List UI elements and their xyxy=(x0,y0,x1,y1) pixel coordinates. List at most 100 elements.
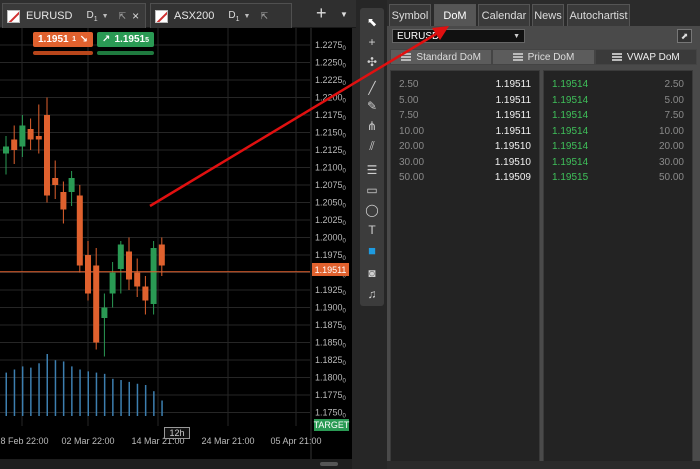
bid-order-book: 2.50 1.19511 5.00 1.19511 7.50 1.19511 10.00 1.… xyxy=(390,70,540,469)
popout-chart-icon[interactable]: ⬈ xyxy=(677,29,692,43)
volume-bar xyxy=(46,354,48,416)
dom-row[interactable]: 1.19514 2.50 xyxy=(544,77,692,92)
side-panel: Symbol DoM Calendar News Autochartist EU… xyxy=(387,0,700,469)
dom-row[interactable]: 30.00 1.19510 xyxy=(391,155,539,170)
close-icon[interactable]: × xyxy=(132,9,139,23)
sell-arrow-icon: ↘ xyxy=(79,34,88,45)
drawing-toolbar: ⬉ + ✣ ╱ ✎ ⋔ ⫽ ☰ ▭ ◯ T ■ ◙ ♫ xyxy=(360,8,384,306)
zoom-icon[interactable]: ✣ xyxy=(360,52,384,72)
tab-news[interactable]: News xyxy=(532,4,564,26)
candle-body xyxy=(101,307,108,318)
dom-row[interactable]: 1.19514 5.00 xyxy=(544,93,692,108)
color-icon[interactable]: ■ xyxy=(360,240,384,260)
tab-symbol: EURUSD xyxy=(26,10,73,22)
buy-button[interactable]: ↗ 1.19515 xyxy=(97,32,154,47)
dom-row[interactable]: 1.19515 50.00 xyxy=(544,170,692,185)
tab-calendar[interactable]: Calendar xyxy=(478,4,530,26)
y-tick-label: 1.19000 xyxy=(315,303,347,315)
dom-size: 5.00 xyxy=(664,94,684,106)
y-tick-label: 1.21000 xyxy=(315,163,347,175)
text-icon[interactable]: T xyxy=(360,220,384,240)
dom-row[interactable]: 1.19514 7.50 xyxy=(544,108,692,123)
tabs-menu-button[interactable]: ▼ xyxy=(340,10,348,19)
panel-scrollbar[interactable] xyxy=(387,461,700,469)
ellipse-icon[interactable]: ◯ xyxy=(360,200,384,220)
y-tick-label: 1.21750 xyxy=(315,110,347,122)
volume-bar xyxy=(120,380,122,416)
dom-row[interactable]: 2.50 1.19511 xyxy=(391,77,539,92)
dom-size: 7.50 xyxy=(664,110,684,121)
channel-icon[interactable]: ⫽ xyxy=(360,136,384,156)
chevron-down-icon[interactable]: ▼ xyxy=(102,13,109,20)
dom-row[interactable]: 10.00 1.19511 xyxy=(391,124,539,139)
tab-label: VWAP DoM xyxy=(626,51,680,63)
pitchfork-icon[interactable]: ⋔ xyxy=(360,116,384,136)
candle-body xyxy=(93,265,100,343)
dom-size: 30.00 xyxy=(399,156,425,168)
tab-autochartist[interactable]: Autochartist xyxy=(567,4,630,26)
chevron-down-icon[interactable]: ▼ xyxy=(244,13,251,20)
camera-icon[interactable]: ◙ xyxy=(360,263,384,283)
crosshair-icon[interactable]: + xyxy=(360,32,384,52)
trend-line-icon[interactable]: ╱ xyxy=(360,78,384,98)
dom-size: 7.50 xyxy=(399,110,419,121)
timeframe-selector[interactable]: D1 xyxy=(86,10,97,23)
detach-icon[interactable]: ⇱ xyxy=(119,11,127,22)
x-tick-label: 02 Mar 22:00 xyxy=(61,436,114,446)
y-tick-label: 1.19250 xyxy=(315,285,347,297)
alert-icon[interactable]: ♫ xyxy=(360,284,384,304)
tab-price-dom[interactable]: Price DoM xyxy=(492,49,595,65)
dom-price: 1.19511 xyxy=(495,110,531,121)
symbol-select[interactable]: EURUSD ▼ xyxy=(392,29,525,43)
add-tab-button[interactable]: + xyxy=(316,4,327,22)
dom-price: 1.19514 xyxy=(552,94,589,106)
dom-row[interactable]: 5.00 1.19511 xyxy=(391,93,539,108)
target-button[interactable]: TARGET xyxy=(314,419,349,431)
sell-quantity-bar[interactable] xyxy=(33,51,93,55)
rectangle-icon[interactable]: ▭ xyxy=(360,180,384,200)
chart-tab-eurusd[interactable]: EURUSD D1 ▼ ⇱ × xyxy=(2,3,146,28)
dom-row[interactable]: 20.00 1.19510 xyxy=(391,139,539,154)
buy-price-pip: 5 xyxy=(145,37,149,44)
dom-price: 1.19514 xyxy=(552,156,589,168)
tab-dom[interactable]: DoM xyxy=(434,4,476,26)
tab-standard-dom[interactable]: Standard DoM xyxy=(390,49,493,65)
chart-scrollbar[interactable] xyxy=(0,459,352,469)
dom-row[interactable]: 1.19514 10.00 xyxy=(544,124,692,139)
candle-body xyxy=(35,136,42,140)
volume-bar xyxy=(79,369,81,416)
volume-bar xyxy=(71,366,73,416)
buy-quantity-bar[interactable] xyxy=(97,51,154,55)
volume-bar xyxy=(87,371,89,416)
buy-arrow-icon: ↗ xyxy=(102,34,111,45)
tab-vwap-dom[interactable]: VWAP DoM xyxy=(594,49,697,65)
dom-row[interactable]: 7.50 1.19511 xyxy=(391,108,539,123)
pen-icon[interactable]: ✎ xyxy=(360,96,384,116)
dom-row[interactable]: 50.00 1.19509 xyxy=(391,170,539,185)
fibonacci-icon[interactable]: ☰ xyxy=(360,160,384,180)
candle-body xyxy=(76,195,83,266)
volume-bar xyxy=(30,367,32,416)
dom-price: 1.19514 xyxy=(552,141,589,152)
y-tick-label: 1.19750 xyxy=(315,250,347,262)
candle-body xyxy=(150,248,157,304)
volume-bar xyxy=(153,391,155,416)
y-tick-label: 1.17500 xyxy=(315,408,347,420)
chart-tab-asx200[interactable]: ASX200 D1 ▼ ⇱ xyxy=(150,3,292,28)
scrollbar-thumb[interactable] xyxy=(320,462,338,466)
detach-icon[interactable]: ⇱ xyxy=(260,11,268,22)
dom-row[interactable]: 1.19514 30.00 xyxy=(544,155,692,170)
volume-bar xyxy=(21,366,24,416)
y-tick-label: 1.22000 xyxy=(315,93,347,105)
list-icon xyxy=(512,53,523,61)
y-tick-label: 1.20250 xyxy=(315,215,347,227)
dom-row[interactable]: 1.19514 20.00 xyxy=(544,139,692,154)
timeframe-selector[interactable]: D1 xyxy=(228,10,239,23)
volume-bar xyxy=(95,372,98,416)
candle-body xyxy=(19,125,26,147)
cursor-icon[interactable]: ⬉ xyxy=(360,12,384,32)
price-chart[interactable]: 1.22750 1.22500 1.22250 1.22000 1.21750 1.215… xyxy=(0,28,352,459)
symbol-select-value: EURUSD xyxy=(397,30,440,42)
tab-symbol[interactable]: Symbol xyxy=(389,4,431,26)
sell-button[interactable]: 1.1951 1 ↘ xyxy=(33,32,93,47)
